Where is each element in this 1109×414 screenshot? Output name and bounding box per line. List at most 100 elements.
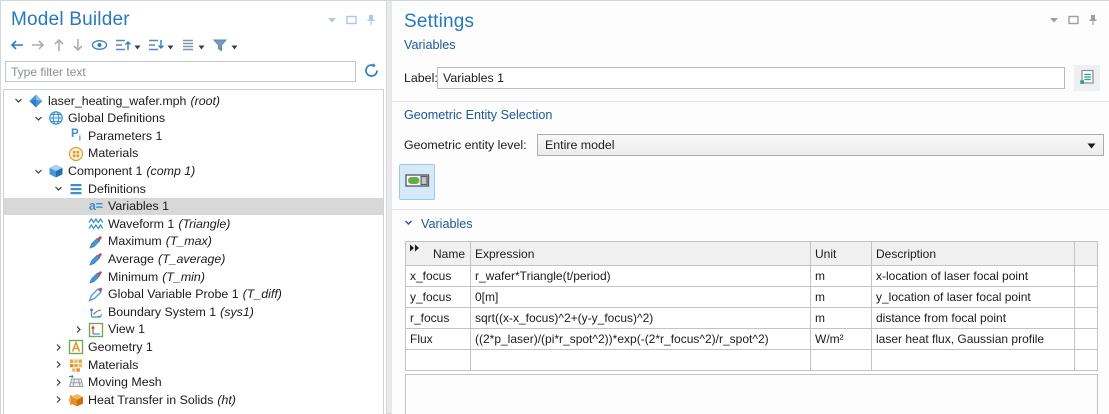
section-divider	[392, 209, 1109, 210]
chevron-right-icon[interactable]	[70, 324, 87, 335]
tree-item-waveform-1[interactable]: Waveform 1(Triangle)	[4, 215, 383, 233]
active-toggle-button[interactable]	[399, 164, 435, 200]
tree-item-geometry-1[interactable]: Geometry 1	[4, 338, 383, 356]
blank-cell[interactable]	[1075, 287, 1098, 308]
forward-arrow-button[interactable]	[31, 38, 46, 56]
collapse-tree-button[interactable]	[115, 38, 141, 57]
name-cell[interactable]	[406, 350, 471, 371]
chevron-down-icon[interactable]	[30, 113, 47, 124]
filter-button[interactable]	[212, 38, 238, 57]
expression-cell[interactable]: r_wafer*Triangle(t/period)	[471, 266, 811, 287]
tree-item-parameters-1[interactable]: PiParameters 1	[4, 127, 383, 145]
chevron-down-icon[interactable]	[10, 95, 27, 106]
tree-item-global-variable-probe-1[interactable]: Global Variable Probe 1(T_diff)	[4, 286, 383, 304]
description-cell[interactable]: x-location of laser focal point	[872, 266, 1075, 287]
geometric-entity-level-select[interactable]: Entire model	[537, 134, 1104, 156]
description-cell[interactable]	[872, 350, 1075, 371]
expression-cell[interactable]	[471, 350, 811, 371]
variables-section-header[interactable]: Variables	[403, 217, 473, 231]
chevron-right-icon[interactable]	[50, 377, 67, 388]
chevron-down-icon[interactable]	[30, 166, 47, 177]
restore-icon[interactable]	[1068, 15, 1079, 25]
blank-cell[interactable]	[1075, 329, 1098, 350]
chevron-down-icon[interactable]	[50, 183, 67, 194]
tree-item-average[interactable]: Average(T_average)	[4, 250, 383, 268]
column-header-blank[interactable]	[1075, 242, 1098, 266]
model-tree-node-text-button[interactable]	[181, 38, 205, 57]
section-collapse-chevron-icon[interactable]	[403, 217, 414, 231]
blank-cell[interactable]	[1075, 350, 1098, 371]
unit-cell[interactable]: m	[811, 287, 872, 308]
toolbar-caret-icon[interactable]	[167, 45, 174, 50]
chevron-right-icon[interactable]	[50, 342, 67, 353]
tree-item-variables-1[interactable]: a=Variables 1	[4, 198, 383, 216]
restore-icon[interactable]	[346, 15, 357, 25]
tree-item-minimum[interactable]: Minimum(T_min)	[4, 268, 383, 286]
chevron-right-icon[interactable]	[50, 394, 67, 405]
unit-cell[interactable]: m	[811, 308, 872, 329]
forward-arrow-icon	[31, 38, 46, 56]
pin-icon[interactable]	[1088, 14, 1098, 26]
blank-cell[interactable]	[1075, 266, 1098, 287]
label-input[interactable]	[437, 67, 1065, 89]
tree-item-component-1[interactable]: Component 1(comp 1)	[4, 162, 383, 180]
unit-cell[interactable]	[811, 350, 872, 371]
label-row: Label:	[404, 65, 1100, 91]
description-cell[interactable]: y_location of laser focal point	[872, 287, 1075, 308]
panel-menu-icon[interactable]	[1049, 16, 1059, 24]
tree-item-tag: (ht)	[217, 394, 236, 406]
tree-item-label: Parameters 1	[88, 130, 162, 142]
expand-tree-button[interactable]	[148, 38, 174, 57]
toolbar-caret-icon[interactable]	[231, 45, 238, 50]
description-cell[interactable]: laser heat flux, Gaussian profile	[872, 329, 1075, 350]
column-header-expression[interactable]: Expression	[471, 242, 811, 266]
settings-panel: Settings Variables Label: Geometric Enti…	[391, 1, 1109, 414]
column-header-unit[interactable]: Unit	[811, 242, 872, 266]
expression-cell[interactable]: sqrt((x-x_focus)^2+(y-y_focus)^2)	[471, 308, 811, 329]
dropdown-caret-icon	[1087, 143, 1096, 149]
refresh-button[interactable]	[363, 62, 380, 82]
tree-item-laser-heating-wafer-mph[interactable]: laser_heating_wafer.mph(root)	[4, 92, 383, 110]
move-up-button[interactable]	[53, 38, 65, 57]
expression-cell[interactable]: 0[m]	[471, 287, 811, 308]
column-header-description[interactable]: Description	[872, 242, 1075, 266]
variables-table-empty-area[interactable]	[405, 374, 1098, 414]
expression-cell[interactable]: ((2*p_laser)/(pi*r_spot^2))*exp(-(2*r_fo…	[471, 329, 811, 350]
model-builder-toolbar	[9, 36, 386, 58]
name-cell[interactable]: Flux	[406, 329, 471, 350]
toolbar-caret-icon[interactable]	[198, 45, 205, 50]
show-button[interactable]	[91, 38, 108, 56]
unit-cell[interactable]: m	[811, 266, 872, 287]
tree-item-heat-transfer-in-solids[interactable]: Heat Transfer in Solids(ht)	[4, 391, 383, 409]
tree-item-moving-mesh[interactable]: Moving Mesh	[4, 374, 383, 392]
name-cell[interactable]: y_focus	[406, 287, 471, 308]
tree-item-boundary-system-1[interactable]: Boundary System 1(sys1)	[4, 303, 383, 321]
tree-item-label: View 1	[108, 323, 145, 335]
chevron-right-icon[interactable]	[50, 359, 67, 370]
tree-item-global-definitions[interactable]: Global Definitions	[4, 110, 383, 128]
tree-item-label: Waveform 1	[108, 218, 174, 230]
toolbar-caret-icon[interactable]	[134, 45, 141, 50]
description-cell[interactable]: distance from focal point	[872, 308, 1075, 329]
tree-item-definitions[interactable]: Definitions	[4, 180, 383, 198]
blank-cell[interactable]	[1075, 308, 1098, 329]
name-cell[interactable]: r_focus	[406, 308, 471, 329]
filter-row	[5, 61, 382, 82]
tree-item-label: Materials	[88, 147, 138, 159]
column-header-name[interactable]: Name	[406, 242, 471, 266]
materials-comp-icon	[67, 357, 85, 373]
move-down-button[interactable]	[72, 38, 84, 57]
back-arrow-button[interactable]	[9, 38, 24, 56]
tree-item-view-1[interactable]: View 1	[4, 321, 383, 339]
tree-item-materials[interactable]: Materials	[4, 356, 383, 374]
pin-icon[interactable]	[366, 14, 376, 26]
panel-menu-icon[interactable]	[327, 16, 337, 24]
unit-cell[interactable]: W/m²	[811, 329, 872, 350]
show-label-button[interactable]	[1074, 65, 1100, 91]
tree-item-materials[interactable]: Materials	[4, 145, 383, 163]
name-cell[interactable]: x_focus	[406, 266, 471, 287]
filter-input[interactable]	[5, 61, 356, 82]
materials-node-icon	[67, 146, 85, 162]
tree-item-maximum[interactable]: Maximum(T_max)	[4, 233, 383, 251]
component-icon	[47, 163, 65, 179]
